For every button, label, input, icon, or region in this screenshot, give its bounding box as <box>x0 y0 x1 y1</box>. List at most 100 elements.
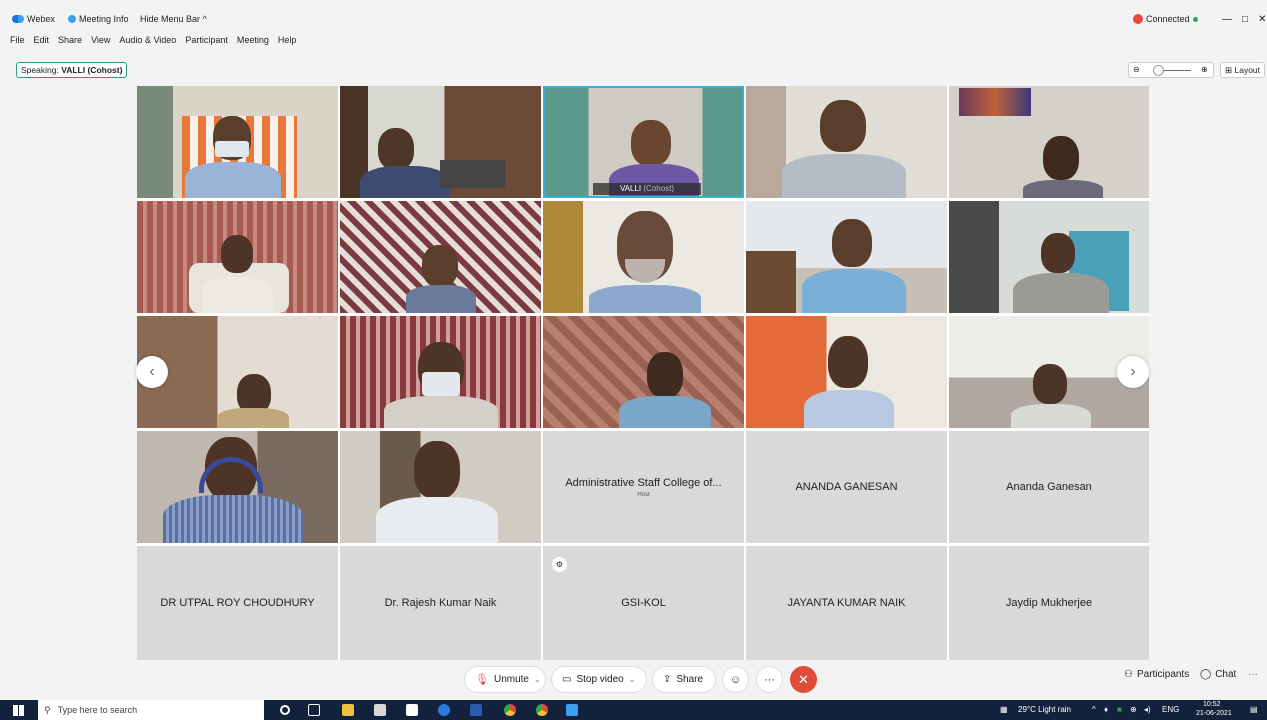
participant-body <box>201 277 273 313</box>
chat-label: Chat <box>1215 669 1237 680</box>
participant-name-tile[interactable]: JAYANTA KUMAR NAIK <box>746 546 947 660</box>
active-speaker-video[interactable]: VALLI (Cohost) <box>543 86 744 198</box>
close-button[interactable]: ✕ <box>1258 14 1266 25</box>
task-view-icon[interactable] <box>308 704 320 716</box>
participant-video[interactable] <box>949 86 1149 198</box>
chat-button[interactable]: ◯ Chat <box>1200 669 1236 680</box>
connection-status[interactable]: Connected <box>1133 14 1198 24</box>
reactions-button[interactable]: ☺ <box>722 666 749 693</box>
participant-video[interactable] <box>746 201 947 313</box>
participants-button[interactable]: ⚇ Participants <box>1124 669 1189 680</box>
participant-video[interactable] <box>137 431 338 543</box>
notification-icon[interactable]: ▤ <box>1250 705 1258 714</box>
title-bar: Webex Meeting Info Hide Menu Bar ^ Conne… <box>0 0 1267 34</box>
app-name: Webex <box>27 14 55 24</box>
participant-name-tile[interactable]: Dr. Rajesh Kumar Naik <box>340 546 541 660</box>
meeting-info-button[interactable]: Meeting Info <box>68 14 129 24</box>
webex-app-label: Webex <box>12 14 55 24</box>
participant-video[interactable] <box>340 431 541 543</box>
more-panels-button[interactable]: ··· <box>1248 669 1258 680</box>
participant-body <box>360 166 450 198</box>
participant-name-tile[interactable]: Administrative Staff College of... Host <box>543 431 744 543</box>
network-icon[interactable]: ⊕ <box>1130 705 1137 714</box>
video-grid: VALLI (Cohost) Administrative Staff Coll… <box>136 86 1149 660</box>
camera-icon: ▭ <box>562 674 572 685</box>
status-dot-icon <box>1192 16 1198 22</box>
participant-name: Jaydip Mukherjee <box>1005 597 1093 609</box>
chevron-down-icon[interactable]: ⌄ <box>534 675 541 684</box>
previous-page-button[interactable]: ‹ <box>136 356 168 388</box>
minimize-button[interactable]: — <box>1222 14 1232 25</box>
chevron-down-icon[interactable]: ⌄ <box>629 675 636 684</box>
mail-icon[interactable] <box>406 704 418 716</box>
zoom-out-icon[interactable]: ⊖ <box>1133 65 1140 74</box>
active-speaker-indicator: Speaking: VALLI (Cohost) <box>16 62 128 78</box>
participant-body <box>185 162 281 198</box>
participant-name-tile[interactable]: ⚙ GSI-KOL <box>543 546 744 660</box>
speaker-icon[interactable]: ◂) <box>1144 705 1151 714</box>
edge-browser-icon[interactable] <box>438 704 450 716</box>
unmute-label: Unmute <box>493 674 529 685</box>
participant-video[interactable] <box>340 316 541 428</box>
participant-body <box>589 285 701 313</box>
meeting-info-label: Meeting Info <box>79 14 129 24</box>
participant-name-tile[interactable]: ANANDA GANESAN <box>746 431 947 543</box>
participant-video[interactable] <box>746 316 947 428</box>
participant-video[interactable] <box>137 201 338 313</box>
word-icon[interactable] <box>470 704 482 716</box>
participant-video[interactable] <box>340 86 541 198</box>
participant-video[interactable] <box>543 201 744 313</box>
zoom-slider[interactable]: ⊖ ⊕ <box>1128 62 1214 78</box>
clock-date[interactable]: 21-06-2021 <box>1196 710 1232 717</box>
participant-name-tile[interactable]: DR UTPAL ROY CHOUDHURY <box>137 546 338 660</box>
participant-name: ANANDA GANESAN <box>795 481 898 493</box>
menu-file[interactable]: File <box>10 35 25 45</box>
bookshelf <box>746 251 796 313</box>
unmute-button[interactable]: 🎙 Unmute ⌄ <box>464 666 546 693</box>
more-options-button[interactable]: ··· <box>756 666 783 693</box>
layout-button[interactable]: ⊞ Layout <box>1220 62 1266 78</box>
language-indicator[interactable]: ENG <box>1162 705 1179 714</box>
menu-meeting[interactable]: Meeting <box>237 35 269 45</box>
webex-taskbar-icon[interactable] <box>566 704 578 716</box>
participant-name-tile[interactable]: Ananda Ganesan <box>949 431 1149 543</box>
menu-view[interactable]: View <box>91 35 110 45</box>
tray-app-icon[interactable]: ■ <box>1117 705 1122 714</box>
cortana-icon[interactable] <box>280 705 290 715</box>
zoom-handle[interactable] <box>1153 65 1164 76</box>
person-icon: ⚇ <box>1124 669 1133 680</box>
store-icon[interactable] <box>374 704 386 716</box>
zoom-in-icon[interactable]: ⊕ <box>1201 65 1208 74</box>
menu-participant[interactable]: Participant <box>185 35 228 45</box>
grid-icon: ⊞ <box>1225 65 1233 75</box>
participant-video[interactable] <box>137 86 338 198</box>
maximize-button[interactable]: □ <box>1242 14 1248 25</box>
participant-body <box>376 497 498 543</box>
participant-video[interactable] <box>949 201 1149 313</box>
participant-name: Administrative Staff College of... <box>565 476 722 489</box>
participant-video[interactable] <box>746 86 947 198</box>
windows-start-icon[interactable] <box>13 705 24 716</box>
weather-label[interactable]: 29°C Light rain <box>1018 705 1071 714</box>
file-explorer-icon[interactable] <box>342 704 354 716</box>
share-button[interactable]: ⇪ Share <box>652 666 716 693</box>
tray-chevron-icon[interactable]: ^ <box>1092 705 1096 714</box>
chrome-icon[interactable] <box>536 704 548 716</box>
tray-app-icon[interactable]: ♦ <box>1104 705 1108 714</box>
stop-video-button[interactable]: ▭ Stop video ⌄ <box>551 666 647 693</box>
leave-meeting-button[interactable]: ✕ <box>790 666 817 693</box>
menu-edit[interactable]: Edit <box>34 35 50 45</box>
participant-video[interactable] <box>340 201 541 313</box>
participant-name: DR UTPAL ROY CHOUDHURY <box>160 597 315 609</box>
menu-audio-video[interactable]: Audio & Video <box>119 35 176 45</box>
menu-help[interactable]: Help <box>278 35 297 45</box>
taskbar-search-box[interactable]: ⚲ Type here to search <box>38 700 264 720</box>
chrome-icon[interactable] <box>504 704 516 716</box>
participant-video[interactable] <box>543 316 744 428</box>
hide-menu-bar-button[interactable]: Hide Menu Bar ^ <box>140 14 207 24</box>
participant-name-tile[interactable]: Jaydip Mukherjee <box>949 546 1149 660</box>
participant-head <box>1043 136 1079 180</box>
clock-time[interactable]: 10:52 <box>1203 701 1221 708</box>
menu-share[interactable]: Share <box>58 35 82 45</box>
next-page-button[interactable]: › <box>1117 356 1149 388</box>
